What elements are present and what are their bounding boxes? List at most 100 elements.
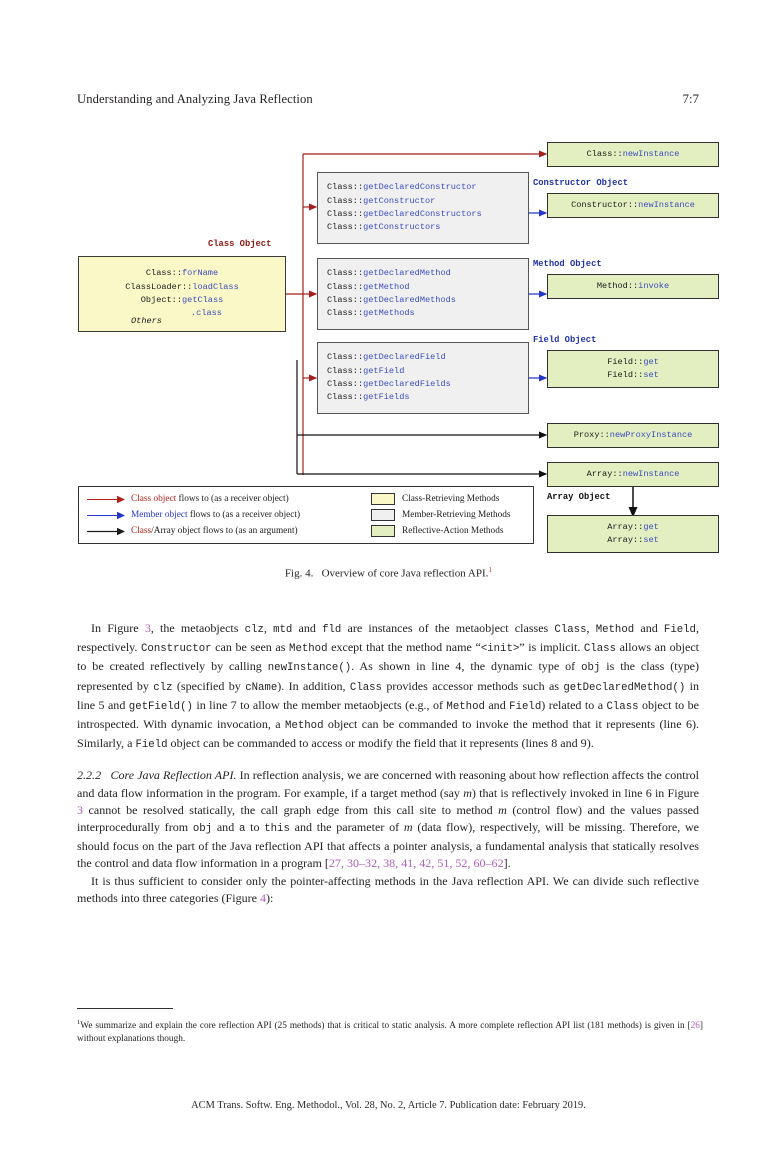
section-heading: Core Java Reflection API. — [110, 768, 237, 783]
legend-swatch-row: Member-Retrieving Methods — [371, 507, 533, 523]
t: and the parameter of — [289, 820, 404, 835]
class-forname-method: forName — [182, 268, 219, 279]
m-prefix: Array:: — [607, 521, 644, 532]
m-prefix: Class:: — [327, 392, 364, 403]
code-term: Class — [583, 643, 616, 656]
legend-row: Class/Array object flows to (as an argum… — [85, 523, 367, 539]
get-constructor: getConstructor — [363, 195, 436, 206]
code-term: Class — [349, 681, 382, 694]
field-retrieving-methods-box: Class::getDeclaredField Class::getField … — [317, 342, 529, 414]
code-term: cName — [245, 681, 278, 694]
red-arrow-icon — [87, 495, 125, 503]
get-declared-methods: getDeclaredMethods — [363, 295, 456, 305]
running-head-title: Understanding and Analyzing Java Reflect… — [77, 92, 313, 106]
m-prefix: Class:: — [327, 222, 364, 233]
m-prefix: Class:: — [327, 195, 364, 206]
t: and — [484, 697, 510, 712]
code-term: Method — [595, 624, 635, 636]
figure-caption: Fig. 4. Overview of core Java reflection… — [0, 565, 777, 580]
citation-ref[interactable]: 26 — [691, 1021, 700, 1031]
t: , — [586, 621, 596, 635]
get-method: getMethod — [363, 281, 410, 292]
code-term: getField() — [128, 700, 193, 713]
array-object-label: Array Object — [547, 492, 611, 502]
get-declared-constructor: getDeclaredConstructor — [363, 182, 477, 193]
m-prefix: Class:: — [327, 379, 364, 389]
t: ) that is reflectively invoked in line 6… — [471, 785, 699, 800]
legend-term: Class object — [131, 494, 177, 504]
m-prefix: Class:: — [327, 182, 364, 193]
section-number: 2.2.2 — [77, 768, 102, 783]
m-prefix: Class:: — [586, 148, 623, 159]
legend-rest: flows to (as a receiver object) — [176, 494, 289, 504]
get-declared-fields: getDeclaredFields — [363, 379, 451, 389]
constructor-newinstance: newInstance — [638, 199, 695, 210]
m-prefix: Method:: — [596, 280, 639, 291]
array-get: get — [643, 521, 659, 532]
m-prefix: Class:: — [327, 365, 364, 376]
field-get-set-box: Field::get Field::set — [547, 350, 719, 388]
figure-caption-prefix: Fig. 4. — [284, 567, 314, 580]
m-prefix: Constructor:: — [571, 199, 639, 210]
m-prefix: Class:: — [327, 352, 364, 363]
legend-term: Class — [131, 526, 152, 536]
footnote: 1We summarize and explain the core refle… — [77, 1016, 703, 1047]
legend-rest: /Array object flows to (as an argument) — [151, 526, 298, 536]
classloader-loadclass-method: loadClass — [192, 281, 239, 292]
field-set: set — [643, 370, 659, 380]
t: object can be commanded to access or mod… — [167, 736, 594, 751]
t: to — [245, 820, 265, 835]
field-object-label: Field Object — [533, 335, 597, 345]
legend-swatch-row: Class-Retrieving Methods — [371, 491, 533, 507]
constructor-object-label: Constructor Object — [533, 178, 629, 188]
code-term: getDeclaredMethod() — [563, 681, 686, 694]
proxy-newproxyinstance: newProxyInstance — [609, 429, 693, 440]
t: ) related to a — [541, 697, 607, 712]
t: and — [634, 621, 664, 635]
citation-refs[interactable]: 27, 30–32, 38, 41, 42, 51, 52, 60–62 — [329, 856, 504, 870]
figure-caption-text: Overview of core Java reflection API. — [321, 567, 489, 580]
t: (specified by — [172, 678, 246, 693]
get-field: getField — [363, 365, 405, 376]
t: ]. — [503, 856, 511, 871]
constructor-retrieving-methods-box: Class::getDeclaredConstructor Class::get… — [317, 172, 529, 244]
legend-swatch-column: Class-Retrieving Methods Member-Retrievi… — [367, 487, 533, 543]
m-prefix: Field:: — [607, 356, 644, 367]
legend-swatch-label: Class-Retrieving Methods — [402, 494, 500, 504]
m-prefix: Class:: — [327, 308, 364, 319]
code-term: Field — [509, 700, 542, 713]
get-declared-field: getDeclaredField — [363, 352, 446, 363]
code-term: <init> — [480, 643, 520, 656]
get-fields: getFields — [363, 392, 410, 403]
t: , the metaobjects — [150, 621, 245, 635]
array-newinstance: newInstance — [622, 468, 680, 479]
legend-swatch-label: Member-Retrieving Methods — [402, 510, 511, 520]
code-term: Field — [135, 739, 168, 752]
code-term: Field — [663, 624, 696, 636]
others-label: Others — [131, 315, 162, 326]
page-number: 7:7 — [682, 92, 699, 106]
paragraph-3: It is thus sufficient to consider only t… — [77, 873, 699, 907]
class-newinstance: newInstance — [622, 148, 680, 159]
get-constructors: getConstructors — [363, 222, 441, 233]
caption-footnote-marker: 1 — [488, 565, 493, 574]
paragraph-2: 2.2.2 Core Java Reflection API. In refle… — [77, 767, 699, 872]
legend-swatch-label: Reflective-Action Methods — [402, 526, 504, 536]
class-object-box: Class::forName ClassLoader::loadClass Ob… — [78, 256, 286, 332]
legend-row: Class object flows to (as a receiver obj… — [85, 491, 367, 507]
get-declared-constructors: getDeclaredConstructors — [363, 209, 482, 219]
legend-swatch-row: Reflective-Action Methods — [371, 523, 533, 539]
m-prefix: Class:: — [327, 209, 364, 219]
t: It is thus sufficient to consider only t… — [77, 873, 699, 905]
code-term: mtd — [273, 624, 293, 636]
array-set: set — [643, 535, 659, 545]
blue-arrow-icon — [87, 511, 125, 519]
paragraph-1: In Figure 3, the metaobjects clz, mtd an… — [77, 620, 699, 754]
m-prefix: Proxy:: — [573, 429, 610, 440]
get-declared-method: getDeclaredMethod — [363, 268, 451, 279]
method-object-label: Method Object — [533, 259, 602, 269]
m-prefix: Field:: — [607, 370, 644, 380]
math-var: m — [403, 820, 413, 835]
object-getclass-method: getClass — [182, 295, 224, 306]
